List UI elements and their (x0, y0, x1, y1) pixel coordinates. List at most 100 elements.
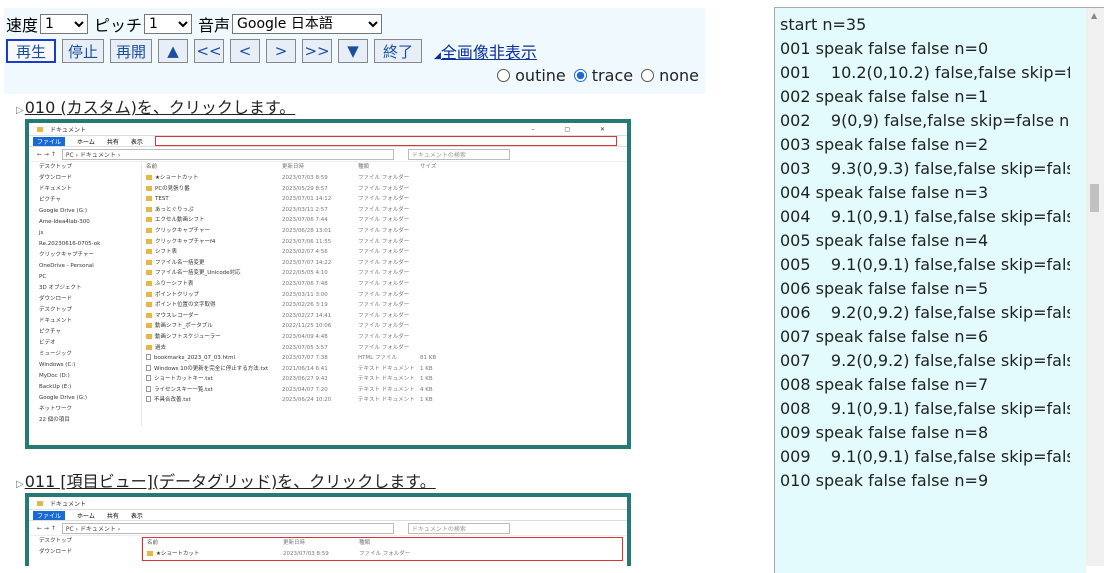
folder-icon (146, 206, 152, 212)
folder-icon (146, 270, 152, 276)
explorer-body: デスクトップ ダウンロード 名前 更新日時 種類 ★ショートカット 2023/0… (29, 536, 627, 561)
log-line: 002 speak false false n=1 (780, 87, 989, 106)
nav-item: OneDrive - Personal (39, 263, 94, 269)
ribbon-file: ファイル (33, 136, 66, 146)
ribbon-share: 共有 (106, 138, 119, 146)
resume-button[interactable]: 再開 (110, 39, 152, 63)
file-rows: ★ショートカット 2023/07/03 8:59 ファイル フォルダー PCの見張り番… (146, 173, 627, 406)
log-line: 004 9.1(0,9.1) false,false skip=fals (780, 207, 1070, 226)
up-button[interactable]: ▲ (158, 39, 188, 63)
ribbon-view: 表示 (130, 138, 143, 146)
ribbon-view: 表示 (130, 512, 143, 520)
ribbon-home: ホーム (77, 512, 95, 520)
folder-icon (146, 249, 152, 255)
table-row: ★ショートカット 2023/07/03 8:59 ファイル フォルダー (147, 549, 622, 560)
nav-item: デスクトップ (39, 307, 73, 313)
log-line: 003 speak false false n=2 (780, 135, 989, 154)
voice-select[interactable]: Google 日本語 (232, 14, 383, 34)
folder-icon (146, 291, 152, 297)
end-button[interactable]: 終了 (374, 39, 422, 63)
nav-item: ドキュメント (39, 318, 73, 324)
folder-icon (146, 312, 152, 318)
nav-item: ダウンロード (39, 296, 73, 302)
prev-button[interactable]: < (230, 39, 260, 63)
table-row: ポイント位置の文字取得 2023/02/26 3:19 ファイル フォルダー (146, 300, 627, 311)
folder-icon (146, 344, 152, 350)
nav-item: デスクトップ (39, 164, 73, 170)
playback-row: 再生 停止 再開 ▲ << < > >> ▼ 終了 ◢全画像非表示 (6, 39, 537, 63)
folder-icon (146, 302, 152, 308)
folder-icon (146, 185, 152, 191)
radio-selected-icon (573, 69, 587, 82)
nav-item: ダウンロード (39, 175, 73, 181)
settings-row: 速度 1 ピッチ 1 音声 Google 日本語 (6, 12, 386, 36)
pitch-select[interactable]: 1 (144, 14, 193, 34)
log-line: start n=35 (780, 15, 867, 34)
table-row: ショートカットキー.txt 2023/06/27 9:42 テキスト ドキュメント 1… (146, 374, 627, 385)
window-controls-icon: – ▢ ✕ (531, 125, 619, 133)
nav-item: クリックキャプチャー (39, 252, 94, 258)
scroll-thumb[interactable] (1090, 184, 1099, 212)
log-line: 009 9.1(0,9.1) false,false skip=fals (780, 447, 1070, 466)
ribbon-home: ホーム (77, 138, 95, 146)
first-button[interactable]: << (194, 39, 224, 63)
folder-icon (146, 323, 152, 329)
log-line: 004 speak false false n=3 (780, 183, 989, 202)
table-row: PCの見張り番 2023/05/29 8:57 ファイル フォルダー (146, 184, 627, 195)
step-item[interactable]: ▷011 [項目ビュー](データグリッド)を、クリックします。 (16, 468, 436, 492)
folder-icon (146, 227, 152, 233)
table-row: bookmarks_2023_07_03.html 2023/07/07 7:38… (146, 353, 627, 364)
log-line: 001 speak false false n=0 (780, 39, 989, 58)
stop-button[interactable]: 停止 (62, 39, 104, 63)
log-line: 007 9.2(0,9.2) false,false skip=fals (780, 351, 1070, 370)
nav-item: PC (39, 274, 47, 280)
step-item[interactable]: ▷010 (カスタム)を、クリックします。 (16, 94, 295, 118)
table-row: ★ショートカット 2023/07/03 8:59 ファイル フォルダー (146, 173, 627, 184)
nav-item: ドキュメント (39, 186, 73, 192)
hide-images-link[interactable]: ◢全画像非表示 (434, 39, 537, 63)
nav-item: BackUp (E:) (39, 384, 72, 390)
table-row: ふりーシフト表 2023/07/06 7:48 ファイル フォルダー (146, 279, 627, 290)
last-button[interactable]: >> (302, 39, 332, 63)
log-text: start n=35 001 speak false false n=0 001 1… (775, 8, 1070, 493)
log-line: 001 10.2(0,10.2) false,false skip=f (780, 63, 1070, 82)
explorer-file-list: 名前 更新日時 種類 サイズ ★ショートカット 2023/07/03 8:59 ファ… (142, 162, 627, 426)
table-row: ファイル名一括変更_Unicode対応 2022/05/05 4:10 ファイル フ… (146, 268, 627, 279)
log-panel[interactable]: start n=35 001 speak false false n=0 001 1… (774, 7, 1086, 573)
table-row: マウスレコーダー 2023/02/27 14:41 ファイル フォルダー (146, 311, 627, 322)
down-button[interactable]: ▼ (338, 39, 368, 63)
explorer-addressbar: ← → ↑ PC › ドキュメント › ドキュメントの検索 (29, 521, 627, 536)
log-line: 005 9.1(0,9.1) false,false skip=fals (780, 255, 1070, 274)
explorer-titlebar: ドキュメント (29, 497, 627, 510)
nav-item: js (39, 230, 44, 236)
table-row: クリックキャプチャー 2023/06/28 13:01 ファイル フォルダー (146, 226, 627, 237)
address-field: PC › ドキュメント › (61, 522, 394, 534)
nav-arrows-icon: ← → ↑ (37, 524, 56, 532)
ribbon-share: 共有 (106, 512, 119, 520)
log-line: 006 9.2(0,9.2) false,false skip=fals (780, 303, 1070, 322)
radio-circle-icon (497, 69, 511, 82)
next-button[interactable]: > (266, 39, 296, 63)
nav-item: Windows (C:) (39, 362, 76, 368)
log-line: 008 9.1(0,9.1) false,false skip=fals (780, 399, 1070, 418)
explorer-nav-pane: デスクトップ ダウンロード (29, 536, 142, 561)
radio-trace[interactable]: trace (573, 66, 633, 85)
table-row: エクセル動画シフト 2023/07/06 7:44 ファイル フォルダー (146, 215, 627, 226)
speed-label: 速度 (6, 16, 39, 35)
play-button[interactable]: 再生 (6, 39, 56, 63)
radio-none[interactable]: none (641, 66, 699, 85)
log-line: 005 speak false false n=4 (780, 231, 989, 250)
speed-select[interactable]: 1 (40, 14, 89, 34)
nav-item: ビデオ (39, 340, 56, 346)
control-bar: 速度 1 ピッチ 1 音声 Google 日本語 再生 停止 再開 ▲ << <… (4, 8, 705, 94)
search-field: ドキュメントの検索 (407, 522, 510, 534)
nav-item: 3D オブジェクト (39, 285, 82, 291)
explorer-body: デスクトップ ダウンロード ドキュメント ピクチャ Google Drive (G:) A… (29, 162, 627, 426)
scroll-up-icon[interactable]: ▲ (1091, 11, 1097, 20)
log-scrollbar[interactable]: ▲ (1086, 7, 1104, 566)
log-line: 010 speak false false n=9 (780, 471, 989, 490)
file-icon (146, 385, 151, 392)
radio-outline[interactable]: outine (497, 66, 566, 85)
folder-icon (146, 196, 152, 202)
folder-icon (146, 217, 152, 223)
